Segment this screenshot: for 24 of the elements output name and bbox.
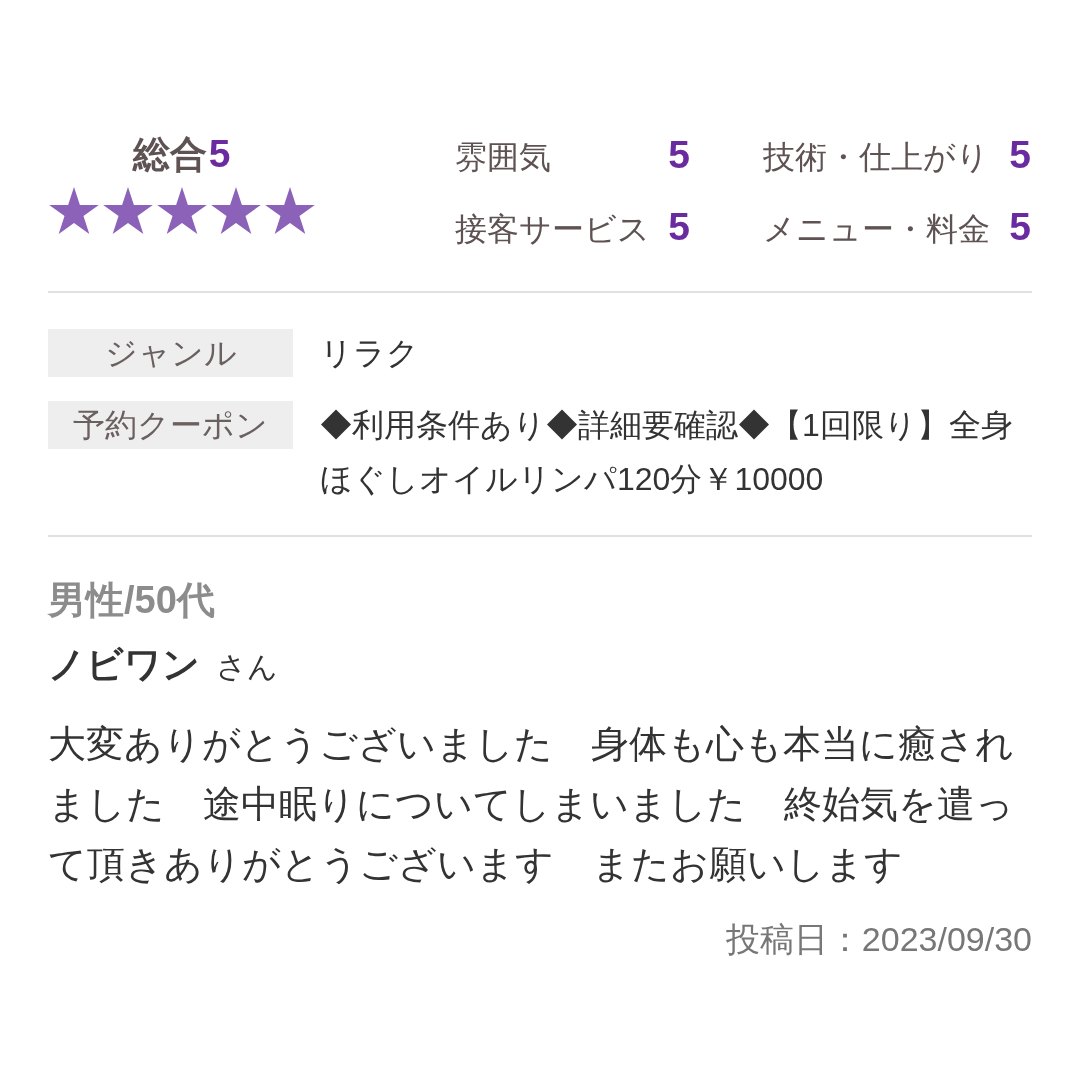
reviewer-name: ノビワン (48, 643, 200, 687)
posted-date: 投稿日：2023/09/30 (725, 919, 1032, 960)
star-icon (264, 187, 315, 235)
detail-value: ◆利用条件あり◆詳細要確認◆【1回限り】全身ほぐしオイルリンパ120分￥10000 (320, 406, 1014, 499)
star-icon (48, 187, 99, 235)
category-score: 5 (668, 204, 690, 250)
detail-value: リラク (320, 334, 420, 373)
category-score: 5 (1009, 204, 1031, 250)
category-label: 技術・仕上がり (763, 138, 989, 177)
honorific: さん (216, 649, 278, 685)
star-icon (156, 187, 207, 235)
detail-label: 予約クーポン (48, 401, 293, 449)
star-icon (210, 187, 261, 235)
detail-label: ジャンル (48, 329, 293, 377)
category-label: 接客サービス (455, 210, 650, 249)
category-score: 5 (1009, 132, 1031, 178)
category-label: メニュー・料金 (763, 210, 990, 249)
overall-label: 総合 (132, 133, 207, 177)
review-comment: 大変ありがとうございました 身体も心も本当に癒されました 途中眠りについてしまいました 終始気を遣って頂きありがとうございます またお願いします (48, 722, 1015, 887)
category-score: 5 (668, 132, 690, 178)
reviewer-profile: 男性/50代 (48, 578, 216, 623)
category-label: 雰囲気 (455, 138, 551, 177)
star-icon (102, 187, 153, 235)
overall-score: 5 (208, 131, 231, 177)
